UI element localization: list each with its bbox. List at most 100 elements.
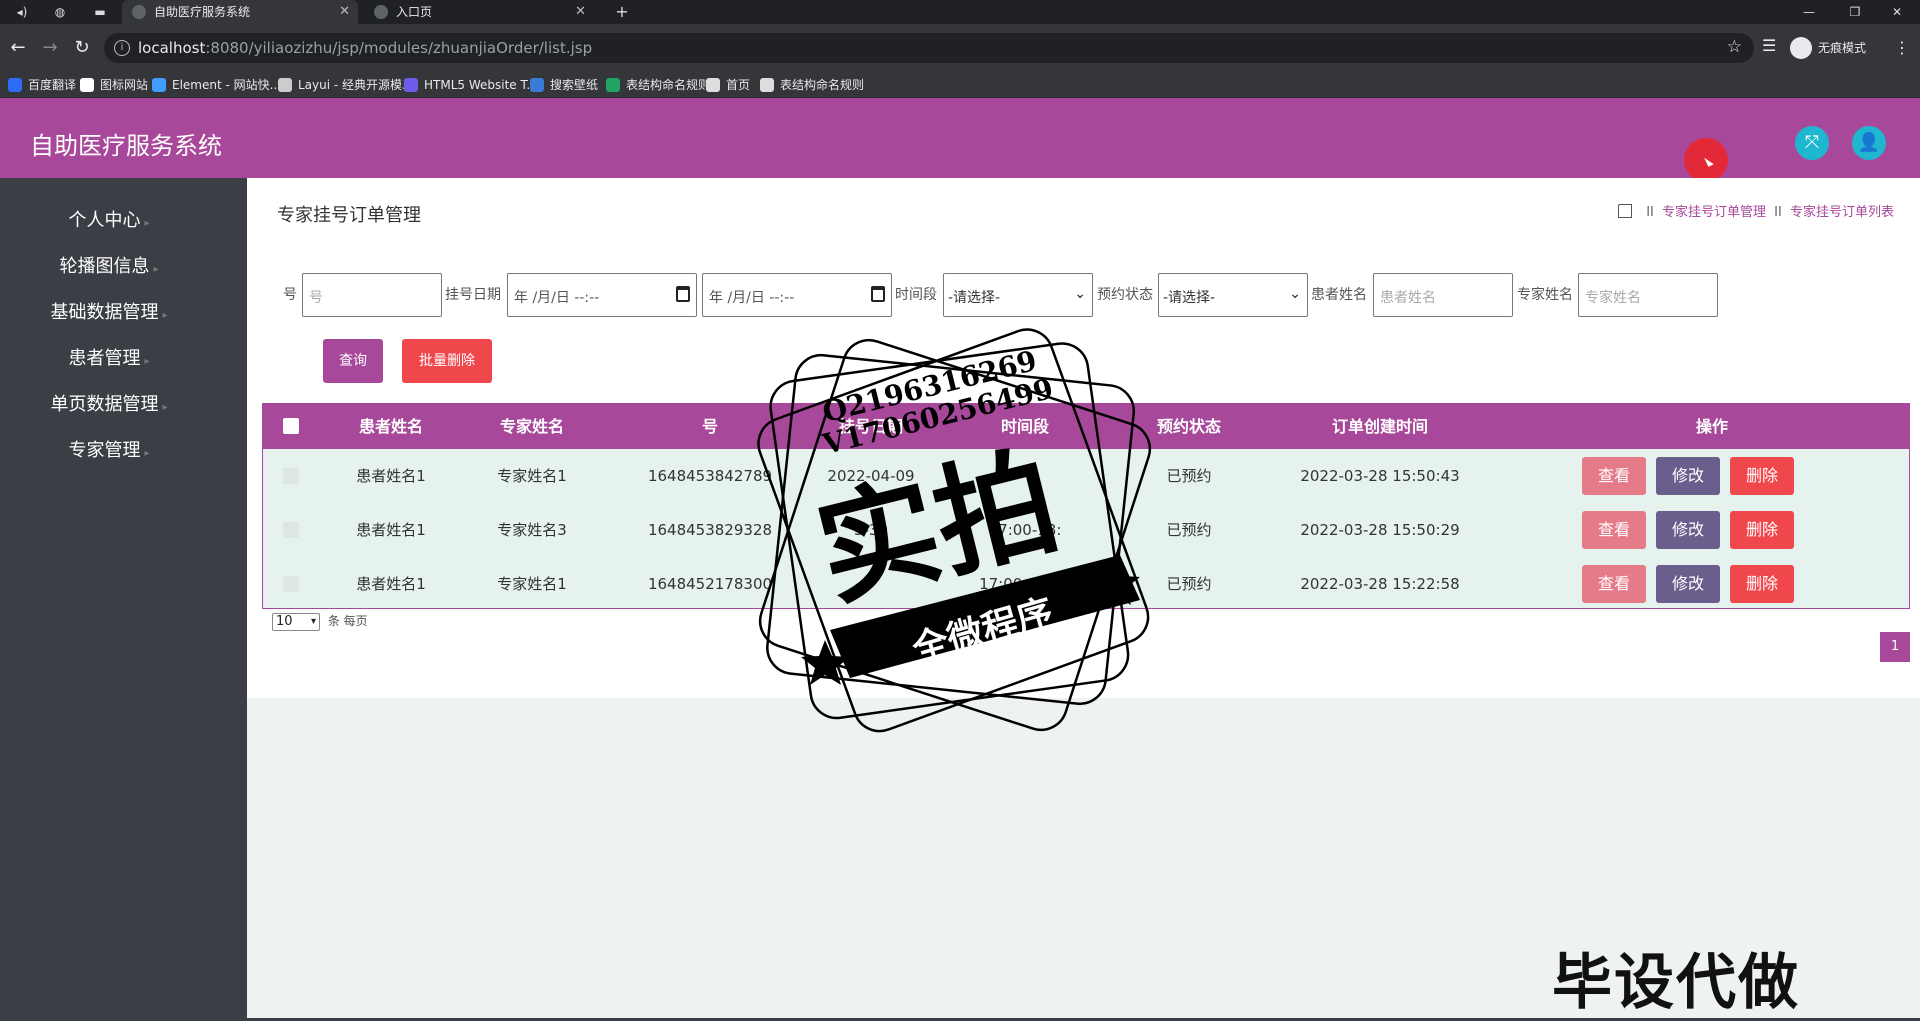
table-cell-expert: 专家姓名3: [497, 521, 567, 539]
number-input[interactable]: 号: [302, 273, 442, 317]
breadcrumb-item[interactable]: 专家挂号订单列表: [1790, 205, 1894, 220]
patient-input[interactable]: 患者姓名: [1373, 273, 1513, 317]
bookmark-item[interactable]: Element - 网站快...: [152, 76, 281, 94]
fullscreen-icon[interactable]: ⤧: [1795, 126, 1829, 160]
bookmark-icon: [530, 78, 544, 92]
delete-button[interactable]: 删除: [1730, 565, 1794, 603]
delete-button[interactable]: 删除: [1730, 511, 1794, 549]
reload-icon[interactable]: ↻: [70, 36, 94, 60]
bookmark-icon: [278, 78, 292, 92]
bookmark-item[interactable]: 百度翻译: [8, 76, 76, 94]
back-icon[interactable]: ←: [6, 36, 30, 60]
view-button[interactable]: 查看: [1582, 511, 1646, 549]
expert-label: 专家姓名: [1517, 287, 1573, 303]
page-title: 专家挂号订单管理: [277, 205, 421, 226]
sidebar-item-personal-center[interactable]: 个人中心 ▸: [0, 206, 218, 236]
column-header[interactable]: 专家姓名: [500, 404, 564, 449]
chevron-icon: ▸: [144, 448, 150, 459]
select-all-checkbox[interactable]: [283, 418, 299, 434]
date-label: 挂号日期: [445, 287, 501, 303]
breadcrumb-item[interactable]: 专家挂号订单管理: [1662, 205, 1766, 220]
window-close-icon[interactable]: ✕: [1874, 0, 1920, 24]
expert-input[interactable]: 专家姓名: [1578, 273, 1718, 317]
tab-entry[interactable]: 入口页 ✕: [364, 0, 594, 24]
table-cell-patient: 患者姓名1: [356, 575, 426, 593]
bookmark-item[interactable]: 首页: [706, 76, 750, 94]
page-size-select[interactable]: 10 ▾: [272, 613, 320, 631]
bookmark-item[interactable]: 图标网站: [80, 76, 148, 94]
bookmark-icon: [152, 78, 166, 92]
bookmark-item[interactable]: 表结构命名规则: [606, 76, 710, 94]
row-checkbox[interactable]: [283, 522, 299, 538]
bookmark-item[interactable]: HTML5 Website T...: [404, 76, 538, 94]
table-cell-created: 2022-03-28 15:22:58: [1300, 575, 1460, 593]
breadcrumb: II 专家挂号订单管理 II 专家挂号订单列表: [1618, 201, 1894, 220]
tab-strip-icon[interactable]: ▬: [86, 2, 114, 22]
query-button[interactable]: 查询: [323, 339, 383, 383]
table-cell-created: 2022-03-28 15:50:29: [1300, 521, 1460, 539]
speaker-icon[interactable]: ◂): [8, 2, 36, 22]
home-icon[interactable]: [1618, 204, 1633, 218]
chevron-down-icon: ⌄: [1289, 286, 1301, 302]
globe-icon[interactable]: ◍: [46, 2, 74, 22]
close-icon[interactable]: ✕: [339, 0, 350, 24]
sidebar: 个人中心 ▸ 轮播图信息 ▸ 基础数据管理 ▸ 患者管理 ▸ 单页数据管理 ▸ 专家管理 ▸: [0, 178, 247, 1018]
calendar-icon[interactable]: [676, 286, 690, 302]
forward-icon[interactable]: →: [38, 36, 62, 60]
browser-tab-bar: ◂) ◍ ▬ 自助医疗服务系统 ✕ 入口页 ✕ + — ❐ ✕: [0, 0, 1920, 24]
number-label: 号: [283, 287, 297, 303]
page-number-button[interactable]: 1: [1880, 632, 1910, 662]
row-checkbox[interactable]: [283, 576, 299, 592]
bookmark-item[interactable]: 搜索壁纸: [530, 76, 598, 94]
incognito-badge[interactable]: 无痕模式: [1790, 34, 1866, 62]
edit-button[interactable]: 修改: [1656, 457, 1720, 495]
chevron-icon: ▸: [153, 264, 159, 275]
user-icon[interactable]: 👤: [1852, 126, 1886, 160]
chevron-icon: ▸: [144, 218, 150, 229]
bookmark-item[interactable]: Layui - 经典开源模...: [278, 76, 413, 94]
chevron-down-icon: ▾: [310, 616, 316, 627]
sidebar-item-single-page[interactable]: 单页数据管理 ▸: [0, 390, 218, 420]
minimize-icon[interactable]: —: [1786, 0, 1832, 24]
column-header[interactable]: 患者姓名: [359, 404, 423, 449]
row-checkbox[interactable]: [283, 468, 299, 484]
chevron-icon: ▸: [144, 356, 150, 367]
chevron-icon: ▸: [162, 402, 168, 413]
edit-button[interactable]: 修改: [1656, 511, 1720, 549]
bookmark-icon: [404, 78, 418, 92]
tab-app[interactable]: 自助医疗服务系统 ✕: [122, 0, 358, 24]
new-tab-button[interactable]: +: [608, 2, 636, 22]
app-title: 自助医疗服务系统: [30, 132, 222, 160]
bookmark-item[interactable]: 表结构命名规则: [760, 76, 864, 94]
column-header[interactable]: 订单创建时间: [1332, 404, 1428, 449]
restore-icon[interactable]: ❐: [1832, 0, 1878, 24]
close-icon[interactable]: ✕: [575, 0, 586, 24]
sidebar-item-patients[interactable]: 患者管理 ▸: [0, 344, 218, 374]
column-header[interactable]: 号: [702, 404, 718, 449]
patient-label: 患者姓名: [1311, 287, 1367, 303]
table-cell-created: 2022-03-28 15:50:43: [1300, 467, 1460, 485]
bookmark-icon: [760, 78, 774, 92]
edit-button[interactable]: 修改: [1656, 565, 1720, 603]
sidebar-item-experts[interactable]: 专家管理 ▸: [0, 436, 218, 466]
info-icon[interactable]: i: [114, 40, 130, 56]
table-cell-expert: 专家姓名1: [497, 467, 567, 485]
menu-kebab-icon[interactable]: ⋮: [1894, 38, 1910, 57]
bookmark-star-icon[interactable]: ☆: [1727, 37, 1742, 57]
favicon-icon: [132, 5, 146, 19]
watermark-stamp: Q2196316269 V17060256499 实拍 全微程序: [720, 300, 1190, 770]
date-start-input[interactable]: 年 /月/日 --:--: [507, 273, 697, 317]
table-cell-patient: 患者姓名1: [356, 521, 426, 539]
url-input[interactable]: i localhost:8080/yiliaozizhu/jsp/modules…: [104, 33, 1754, 63]
globe-icon: [374, 5, 388, 19]
bookmark-icon: [8, 78, 22, 92]
delete-button[interactable]: 删除: [1730, 457, 1794, 495]
view-button[interactable]: 查看: [1582, 565, 1646, 603]
reading-list-icon[interactable]: ☰: [1762, 36, 1776, 55]
url-text: localhost:8080/yiliaozizhu/jsp/modules/z…: [138, 39, 593, 57]
sidebar-item-carousel[interactable]: 轮播图信息 ▸: [0, 252, 218, 282]
view-button[interactable]: 查看: [1582, 457, 1646, 495]
sidebar-item-basic-data[interactable]: 基础数据管理 ▸: [0, 298, 218, 328]
address-bar: ← → ↻ i localhost:8080/yiliaozizhu/jsp/m…: [0, 24, 1920, 72]
batch-delete-button[interactable]: 批量删除: [402, 339, 492, 383]
